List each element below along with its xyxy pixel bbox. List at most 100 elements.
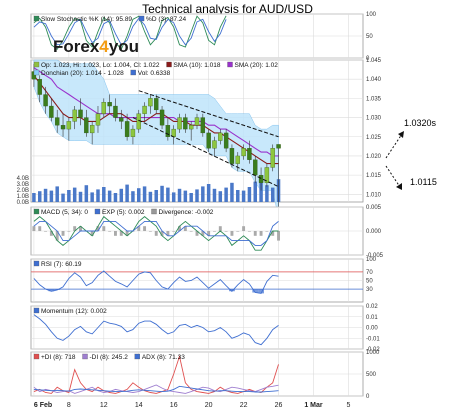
candle-body: [188, 125, 194, 130]
rsi-ytick-label: 70: [366, 270, 373, 276]
x-tick-label: 26: [275, 402, 283, 409]
low-target-label: 1.0115: [410, 177, 437, 187]
candle-body: [165, 125, 171, 137]
arrow-up-head: [398, 131, 404, 138]
price-legend-swatch: [227, 61, 233, 68]
volume-bar: [189, 193, 193, 202]
volume-bar: [241, 190, 246, 202]
price2-legend-swatch: [130, 69, 136, 76]
candle-body: [223, 132, 229, 149]
adx-ytick-label: 0: [366, 394, 370, 400]
x-tick-label: 8: [67, 402, 71, 409]
candle-body: [177, 117, 182, 130]
candle-body: [72, 109, 77, 122]
candle-body: [37, 79, 42, 95]
x-tick-label: 16: [170, 402, 178, 409]
candle-body: [78, 109, 83, 118]
volume-bar: [218, 191, 223, 202]
price-ytick-label: 1.030: [366, 116, 382, 122]
volume-bar: [72, 187, 77, 202]
candle-body: [43, 94, 48, 107]
price-ytick-label: 1.010: [366, 192, 382, 198]
rsi-ytick-label: 50: [366, 279, 373, 285]
macd-ytick-label: 0.005: [366, 205, 382, 211]
volume-bar: [166, 187, 170, 202]
candle-body: [119, 117, 124, 122]
macd-divergence-bar: [67, 231, 71, 232]
volume-bar: [160, 185, 164, 202]
price-ytick-label: 1.045: [366, 58, 382, 64]
x-tick-label: 5: [346, 402, 350, 409]
macd-legend-swatch: [33, 208, 40, 215]
macd-divergence-bar: [277, 231, 280, 241]
arrow-down-line: [385, 165, 401, 188]
macd-divergence-bar: [230, 231, 234, 236]
momentum-legend-swatch: [33, 307, 40, 314]
candle-body: [66, 121, 72, 130]
candle-body: [49, 105, 54, 118]
volume-bar: [265, 185, 269, 202]
macd-divergence-bar: [32, 226, 36, 231]
volume-bar: [177, 188, 182, 202]
candle-body: [253, 159, 258, 176]
volume-bar: [43, 188, 48, 202]
stochastic-legend-swatch: [138, 15, 145, 22]
stochastic-ytick-label: 50: [366, 34, 373, 40]
volume-bar: [78, 191, 83, 202]
candle-body: [154, 98, 159, 111]
macd-divergence-bar: [247, 231, 251, 232]
rsi-legend-swatch: [33, 260, 40, 267]
candle-body: [55, 117, 60, 126]
macd-divergence-bar: [143, 226, 147, 231]
candle-body: [276, 144, 281, 149]
volume-bar: [224, 187, 228, 202]
candle-body: [60, 125, 66, 130]
macd-divergence-bar: [44, 231, 48, 232]
x-tick-label: 6 Feb: [34, 402, 52, 409]
macd-legend-label: Divergence: -0.002: [159, 209, 214, 216]
macd-legend-label: EXP (5): 0.002: [102, 209, 145, 216]
technical-chart: 0 50 100 Slow Stochastic %K (14): 95.89 %D (…: [17, 12, 437, 409]
volume-bar: [119, 188, 124, 202]
momentum-ytick-label: 0.02: [366, 304, 378, 310]
price-ytick-label: 1.020: [366, 154, 382, 160]
volume-tick-label: 1.0B: [17, 194, 29, 200]
candle-body: [130, 128, 136, 137]
candle-body: [171, 128, 176, 137]
volume-bar: [247, 187, 252, 202]
macd-legend-swatch: [94, 208, 101, 215]
stochastic-legend-label: Slow Stochastic %K (14): 95.89: [41, 16, 132, 23]
high-target-label: 1.0320s: [404, 118, 437, 128]
candle-body: [206, 132, 211, 149]
candle-body: [113, 105, 118, 118]
adx-legend-label: ADX (8): 71.33: [142, 354, 185, 361]
x-tick-label: 20: [205, 402, 213, 409]
candle-body: [101, 102, 106, 114]
volume-bar: [84, 185, 89, 202]
candle-body: [212, 140, 217, 149]
volume-bar: [32, 193, 36, 202]
macd-divergence-bar: [218, 226, 222, 231]
macd-divergence-bar: [114, 231, 117, 236]
macd-divergence-bar: [38, 226, 42, 231]
candle-body: [241, 148, 246, 157]
candle-body: [84, 117, 89, 134]
volume-bar: [49, 190, 54, 202]
momentum-ytick-label: -0.01: [366, 336, 380, 342]
candle-body: [218, 132, 223, 141]
candle-body: [183, 117, 188, 130]
volume-tick-label: 4.0B: [17, 176, 29, 182]
price-legend-label: SMA (20): 1.02: [235, 62, 279, 69]
macd-divergence-bar: [236, 231, 240, 232]
volume-bar: [201, 186, 205, 202]
volume-bar: [137, 188, 141, 202]
volume-bar: [113, 193, 118, 202]
volume-tick-label: 2.0B: [17, 188, 29, 194]
candle-body: [194, 117, 200, 126]
macd-divergence-bar: [259, 231, 263, 236]
macd-divergence-bar: [213, 231, 216, 232]
volume-bar: [148, 191, 153, 202]
macd-divergence-bar: [189, 231, 193, 232]
volume-bar: [253, 181, 257, 202]
candle-body: [89, 125, 95, 134]
